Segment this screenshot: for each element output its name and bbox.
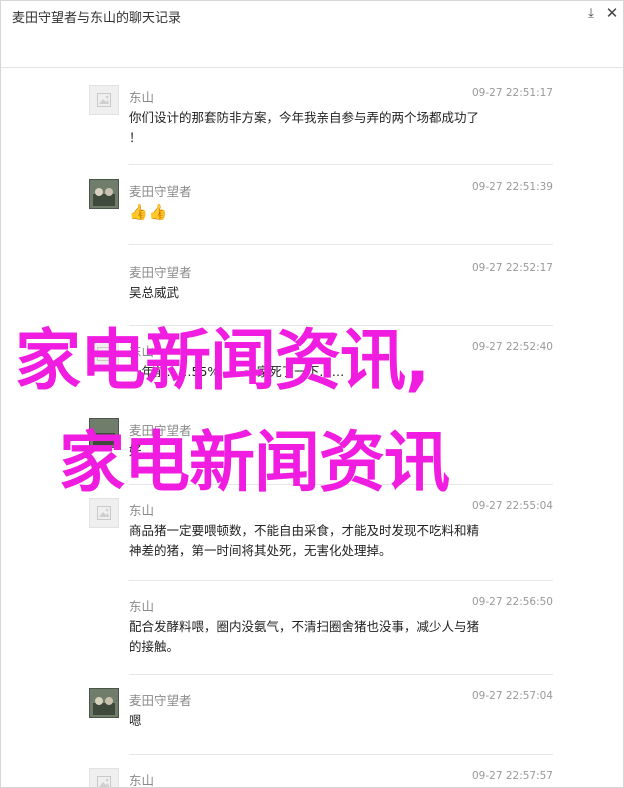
message-item: 麦田守望者 09-27 22:51:39 👍👍 [89,179,553,239]
message-time: 09-27 22:57:57 [471,770,553,782]
message-text: 好…… [129,443,167,458]
sender-name: 东山 [129,344,155,359]
sender-name: 东山 [129,773,155,787]
message-line: 的接触。 [129,639,180,654]
window-title: 麦田守望者与东山的聊天记录 [12,11,182,26]
message-item: 东山 09-27 22:52:40 一年前……55%……一家死了一下…… [89,339,553,389]
avatar[interactable] [89,498,119,528]
message-time: 09-27 22:51:17 [471,87,553,99]
message-text: 一年前……55%……一家死了一下…… [129,364,345,379]
image-placeholder-icon [97,776,111,787]
divider [129,325,553,326]
message-item: 东山 09-27 22:57:57 [89,768,553,787]
sender-name: 麦田守望者 [129,423,192,438]
message-time: 09-27 22:52:17 [471,262,553,274]
message-text: 配合发酵料喂，圈内没氨气，不清扫圈舍猪也没事，减少人与猪 的接触。 [129,617,529,657]
message-item: 东山 09-27 22:56:50 配合发酵料喂，圈内没氨气，不清扫圈舍猪也没事… [89,594,553,674]
message-line: 神差的猪，第一时间将其处死，无害化处理掉。 [129,543,392,558]
message-line: 配合发酵料喂，圈内没氨气，不清扫圈舍猪也没事，减少人与猪 [129,619,480,634]
message-list[interactable]: 东山 09-27 22:51:17 你们设计的那套防非方案，今年我亲自参与弄的两… [1,68,623,787]
avatar[interactable] [89,85,119,115]
sender-name: 东山 [129,90,155,105]
avatar[interactable] [89,688,119,718]
message-time: 09-27 22:56:50 [471,596,553,608]
divider [129,244,553,245]
message-item: 麦田守望者 09-27 22:57:04 嗯 [89,688,553,748]
avatar[interactable] [89,179,119,209]
sender-name: 麦田守望者 [129,184,192,199]
message-line: 商品猪一定要喂顿数，不能自由采食，才能及时发现不吃料和精 [129,523,480,538]
sender-name: 东山 [129,503,155,518]
message-text: 你们设计的那套防非方案，今年我亲自参与弄的两个场都成功了 ！ [129,108,529,148]
message-text: 嗯 [129,713,142,728]
message-text: 商品猪一定要喂顿数，不能自由采食，才能及时发现不吃料和精 神差的猪，第一时间将其… [129,521,529,561]
avatar[interactable] [89,339,119,369]
message-item: 东山 09-27 22:55:04 商品猪一定要喂顿数，不能自由采食，才能及时发… [89,498,553,578]
sender-name: 麦田守望者 [129,693,192,708]
message-time: 09-27 22:55:04 [471,500,553,512]
message-line: 你们设计的那套防非方案，今年我亲自参与弄的两个场都成功了 [129,110,480,125]
divider [129,580,553,581]
image-placeholder-icon [97,93,111,107]
message-item: 麦田守望者 09-27 22:52:17 吴总威武 [89,260,553,310]
sender-name: 东山 [129,599,155,614]
message-time: 09-27 22:52:40 [471,341,553,353]
message-time: 09-27 22:57:04 [471,690,553,702]
chat-history-window: 麦田守望者与东山的聊天记录 ⤓ ✕ 东山 09-27 22:51:17 你们设计… [0,0,624,788]
image-placeholder-icon [97,347,111,361]
message-line: ！ [129,130,142,145]
thumbs-up-icon: 👍👍 [129,203,169,221]
divider [129,674,553,675]
avatar[interactable] [89,768,119,787]
message-text: 吴总威武 [129,285,180,300]
divider [129,754,553,755]
avatar[interactable] [89,418,119,448]
sender-name: 麦田守望者 [129,265,192,280]
image-placeholder-icon [97,506,111,520]
user-photo-icon [90,419,118,447]
user-photo-icon [90,180,118,208]
divider [129,484,553,485]
user-photo-icon [90,689,118,717]
title-bar: 麦田守望者与东山的聊天记录 ⤓ ✕ [1,1,623,68]
message-item: 东山 09-27 22:51:17 你们设计的那套防非方案，今年我亲自参与弄的两… [89,85,553,165]
export-icon[interactable]: ⤓ [582,4,600,22]
message-item: 麦田守望者 好…… [89,418,553,468]
message-time: 09-27 22:51:39 [471,181,553,193]
close-icon[interactable]: ✕ [603,4,621,22]
divider [129,164,553,165]
